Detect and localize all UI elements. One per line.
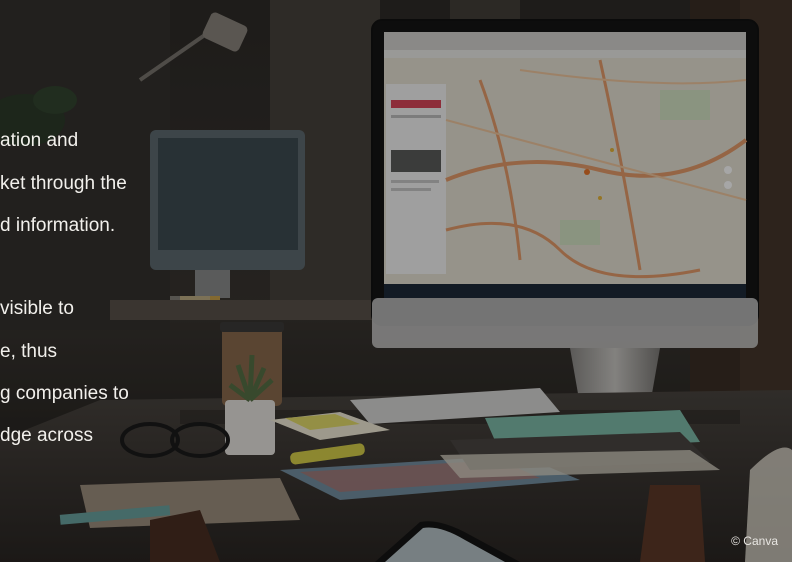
image-credit: © Canva (731, 534, 778, 548)
workspace-photo (0, 0, 792, 562)
